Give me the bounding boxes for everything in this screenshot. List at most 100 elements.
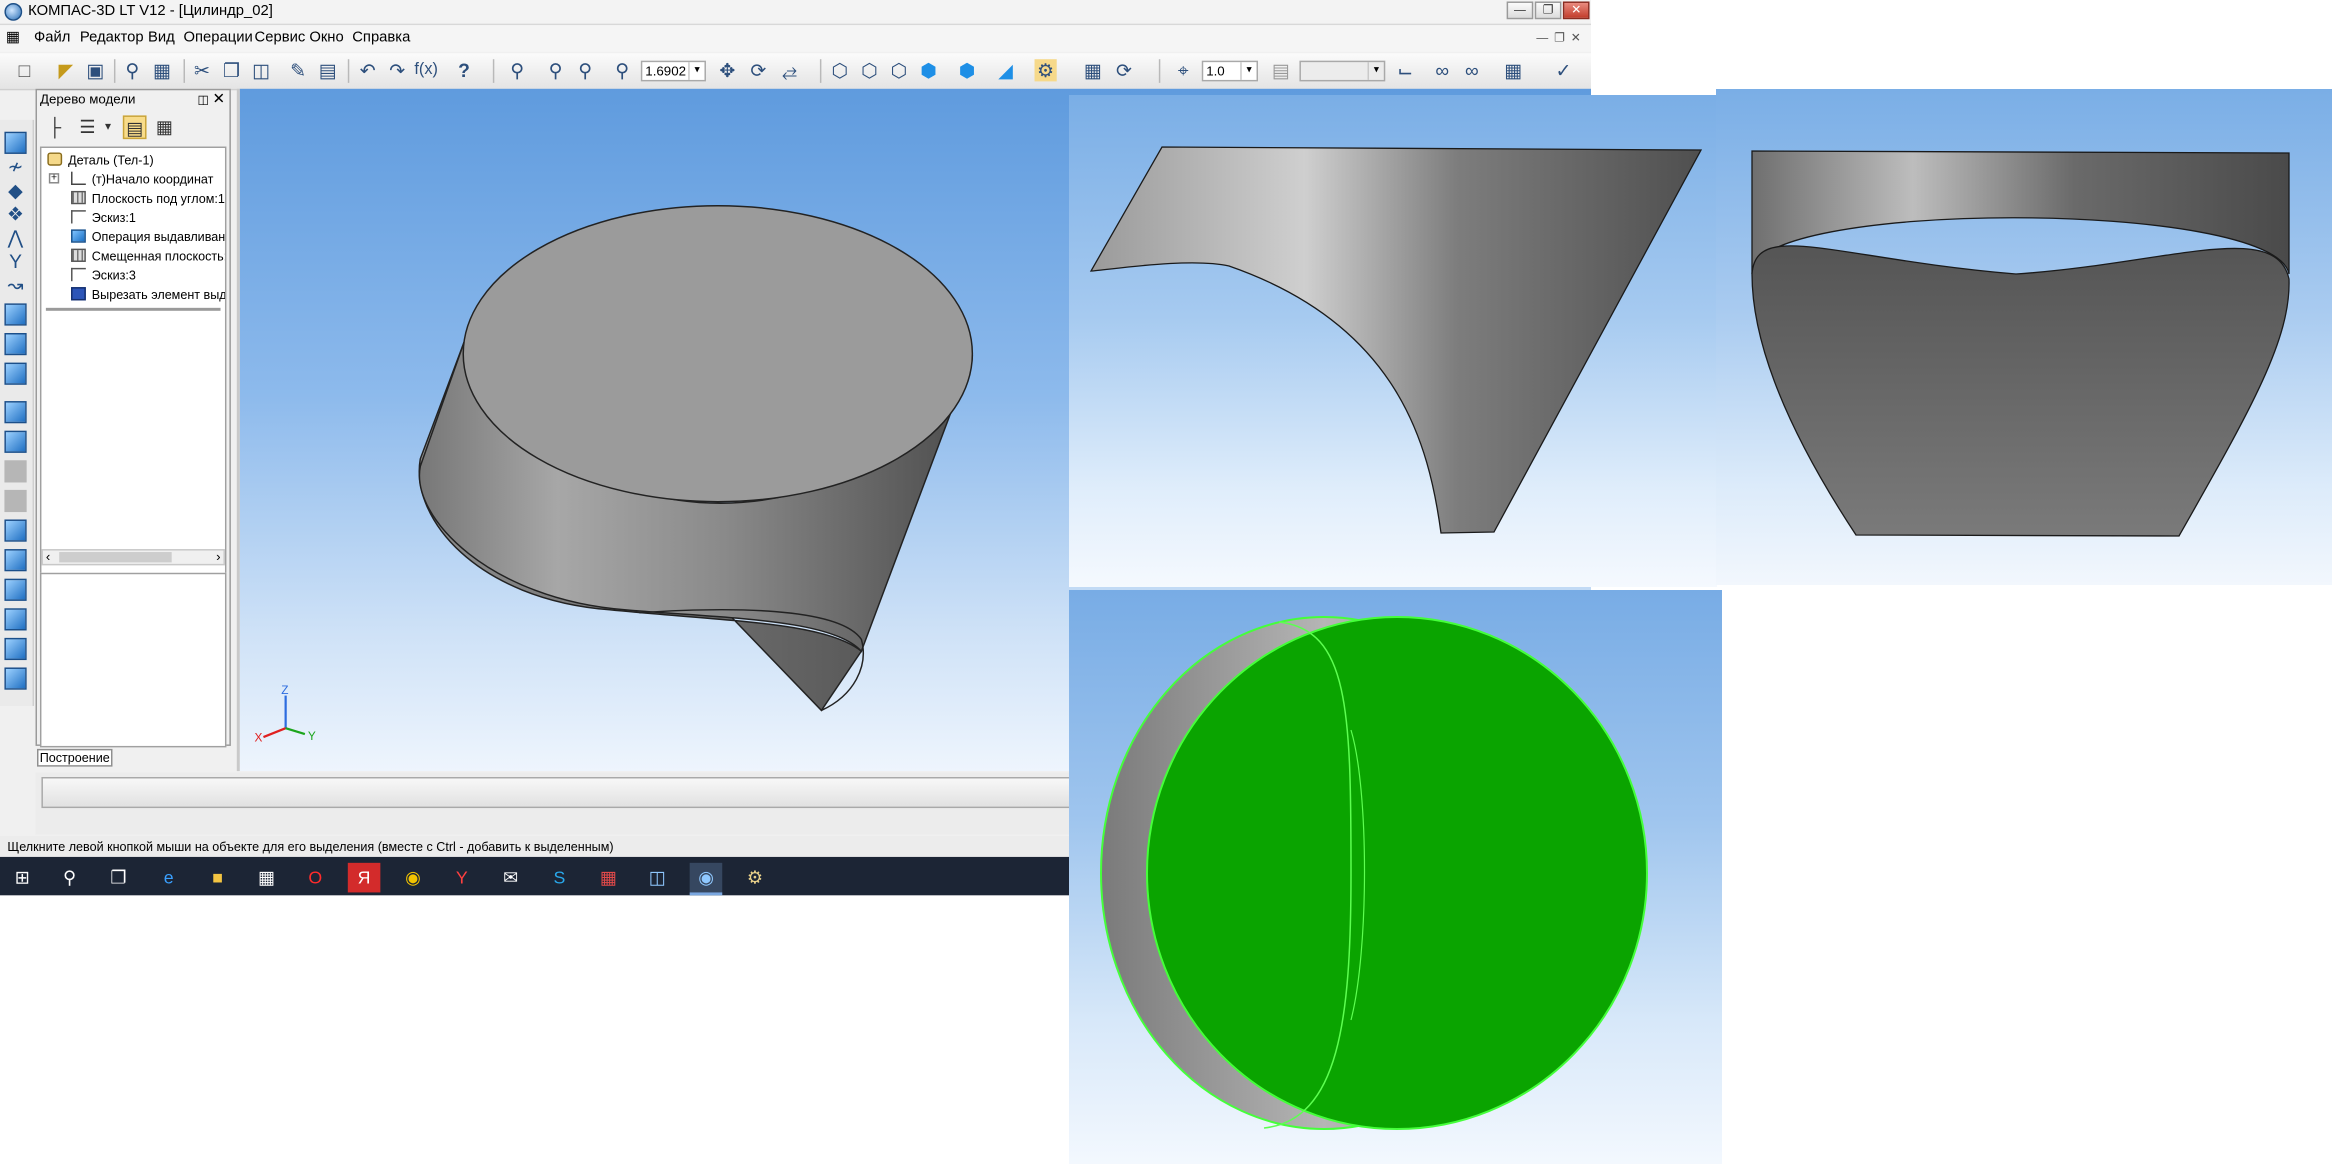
surfaces-icon[interactable]: ◆ bbox=[4, 179, 26, 201]
loft-operation-icon[interactable] bbox=[4, 401, 27, 424]
new-file-icon[interactable]: □ bbox=[13, 59, 35, 81]
menu-view[interactable]: Вид bbox=[148, 30, 175, 46]
menu-editor[interactable]: Редактор bbox=[80, 30, 144, 46]
chevron-down-icon[interactable]: ▾ bbox=[1367, 62, 1384, 80]
paint-icon[interactable]: ⚙ bbox=[739, 863, 772, 893]
scroll-left-icon[interactable]: ‹ bbox=[46, 549, 50, 564]
zoom-window-icon[interactable]: ⚲ bbox=[506, 59, 528, 81]
measure-icon[interactable]: Y bbox=[4, 250, 26, 272]
tree-structure-icon[interactable]: ├ bbox=[43, 115, 67, 139]
undo-icon[interactable]: ↶ bbox=[357, 59, 379, 81]
zoom-in-icon[interactable]: ⚲ bbox=[545, 59, 567, 81]
extrude-operation-icon[interactable] bbox=[4, 303, 27, 326]
tree-expander-icon[interactable]: + bbox=[48, 173, 60, 184]
tree-item[interactable]: (т)Начало координат bbox=[71, 170, 213, 189]
filter-icon[interactable]: ⚙ bbox=[1034, 59, 1057, 82]
edge-icon[interactable]: e bbox=[152, 863, 185, 893]
ortho-icon[interactable]: ✓ bbox=[1553, 59, 1575, 81]
layer-field[interactable]: ▾ bbox=[1299, 60, 1386, 82]
snap-icon[interactable]: ∞ bbox=[1431, 59, 1453, 81]
rotate-icon[interactable]: ⟳ bbox=[747, 59, 769, 81]
cursor-step-field[interactable]: 1.0 ▾ bbox=[1201, 60, 1258, 82]
properties-body-icon[interactable] bbox=[4, 667, 27, 690]
shell-icon[interactable] bbox=[4, 489, 27, 513]
copy-icon[interactable]: ❐ bbox=[221, 59, 243, 81]
chrome-icon[interactable]: ◉ bbox=[397, 863, 430, 893]
local-cs-icon[interactable]: ⌙ bbox=[1394, 59, 1416, 81]
tree-item[interactable]: Эскиз:1 bbox=[71, 209, 136, 228]
document-menu-icon[interactable]: ▦ bbox=[6, 30, 20, 46]
chevron-down-icon[interactable]: ▾ bbox=[1240, 62, 1256, 80]
spec-icon[interactable]: ▦ bbox=[1082, 59, 1104, 81]
zoom-scale-field[interactable]: 1.6902 ▾ bbox=[640, 60, 706, 82]
tree-sequence-icon[interactable]: ▤ bbox=[122, 115, 147, 140]
edit-details-icon[interactable] bbox=[4, 131, 27, 154]
close-icon[interactable]: ✕ bbox=[213, 90, 225, 109]
chevron-down-icon[interactable]: ▾ bbox=[96, 115, 120, 139]
start-icon[interactable]: ⊞ bbox=[6, 863, 39, 893]
menu-operations[interactable]: Операции bbox=[184, 30, 253, 46]
menu-service[interactable]: Сервис bbox=[255, 30, 306, 46]
menu-file[interactable]: Файл bbox=[34, 30, 70, 46]
aux-geometry-icon[interactable]: ⋀ bbox=[4, 226, 26, 248]
yandex-icon[interactable]: Я bbox=[347, 862, 381, 893]
format-brush-icon[interactable]: ✎ bbox=[287, 59, 309, 81]
skype-icon[interactable]: S bbox=[543, 863, 576, 893]
document-window-controls[interactable]: —❐✕ bbox=[1536, 31, 1586, 44]
cut-icon[interactable]: ✂ bbox=[191, 59, 213, 81]
tree-item[interactable]: Эскиз:3 bbox=[71, 266, 136, 285]
orientation-icon[interactable]: ⥄ bbox=[778, 59, 800, 81]
notes-icon[interactable]: ◫ bbox=[641, 863, 674, 893]
tree-item[interactable]: Операция выдавливания bbox=[71, 228, 225, 247]
chamfer-icon[interactable] bbox=[4, 549, 27, 572]
layers-icon[interactable]: ▤ bbox=[1270, 59, 1292, 81]
cut-extrude-icon[interactable] bbox=[4, 430, 27, 453]
thin-lines-view-icon[interactable]: ⬡ bbox=[888, 59, 910, 81]
task-view-icon[interactable]: ❐ bbox=[102, 863, 135, 893]
search-icon[interactable]: ⚲ bbox=[53, 863, 86, 893]
minimize-button[interactable]: — bbox=[1506, 1, 1534, 20]
rebuild-icon[interactable]: ⟳ bbox=[1113, 59, 1135, 81]
close-button[interactable]: ✕ bbox=[1562, 1, 1590, 20]
shaded-view-icon[interactable]: ⬢ bbox=[918, 59, 940, 81]
chevron-down-icon[interactable]: ▾ bbox=[688, 62, 704, 80]
scroll-right-icon[interactable]: › bbox=[216, 549, 220, 564]
menu-window[interactable]: Окно bbox=[309, 30, 343, 46]
kompas-icon[interactable]: ◉ bbox=[689, 862, 723, 896]
mail-icon[interactable]: ✉ bbox=[494, 863, 527, 893]
shaded-edges-view-icon[interactable]: ⬢ bbox=[956, 59, 978, 81]
hidden-lines-view-icon[interactable]: ⬡ bbox=[858, 59, 880, 81]
print-preview-icon[interactable]: ⚲ bbox=[121, 59, 143, 81]
help-pointer-icon[interactable]: ? bbox=[453, 59, 475, 81]
tree-item[interactable]: Вырезать элемент выдав bbox=[71, 286, 225, 305]
variables-icon[interactable]: ▤ bbox=[317, 59, 339, 81]
mirror-icon[interactable] bbox=[4, 608, 27, 631]
grid-icon[interactable]: ▦ bbox=[1502, 59, 1524, 81]
arrays-icon[interactable]: ❖ bbox=[4, 203, 26, 225]
maximize-button[interactable]: ❐ bbox=[1534, 1, 1562, 20]
properties-icon[interactable]: ▦ bbox=[151, 59, 173, 81]
open-folder-icon[interactable]: ◤ bbox=[55, 59, 77, 81]
zoom-scale-icon[interactable]: ⚲ bbox=[611, 59, 633, 81]
pan-icon[interactable]: ✥ bbox=[716, 59, 738, 81]
fillet-icon[interactable] bbox=[4, 519, 27, 542]
scroll-thumb[interactable] bbox=[59, 552, 172, 563]
function-icon[interactable]: f(x) bbox=[414, 59, 438, 81]
redo-icon[interactable]: ↷ bbox=[386, 59, 408, 81]
tree-item[interactable]: Плоскость под углом:1 bbox=[71, 189, 225, 208]
pdf-icon[interactable]: ▦ bbox=[592, 863, 625, 893]
tree-item[interactable]: Смещенная плоскость:1 bbox=[71, 247, 225, 266]
snap-settings-icon[interactable]: ∞ bbox=[1461, 59, 1483, 81]
selection-icon[interactable]: ↝ bbox=[4, 274, 26, 296]
wireframe-view-icon[interactable]: ⬡ bbox=[829, 59, 851, 81]
zoom-out-icon[interactable]: ⚲ bbox=[574, 59, 596, 81]
rib-icon[interactable] bbox=[4, 578, 27, 601]
curves-icon[interactable]: ≁ bbox=[4, 155, 26, 177]
section-icon[interactable] bbox=[4, 637, 27, 661]
store-icon[interactable]: ▦ bbox=[250, 863, 283, 893]
opera-icon[interactable]: O bbox=[299, 863, 332, 893]
tree-item[interactable]: Деталь (Тел-1) bbox=[47, 151, 154, 170]
tree-horizontal-scrollbar[interactable]: ‹ › bbox=[41, 549, 225, 566]
paste-icon[interactable]: ◫ bbox=[250, 59, 272, 81]
pin-icon[interactable]: ◫ bbox=[197, 90, 208, 109]
